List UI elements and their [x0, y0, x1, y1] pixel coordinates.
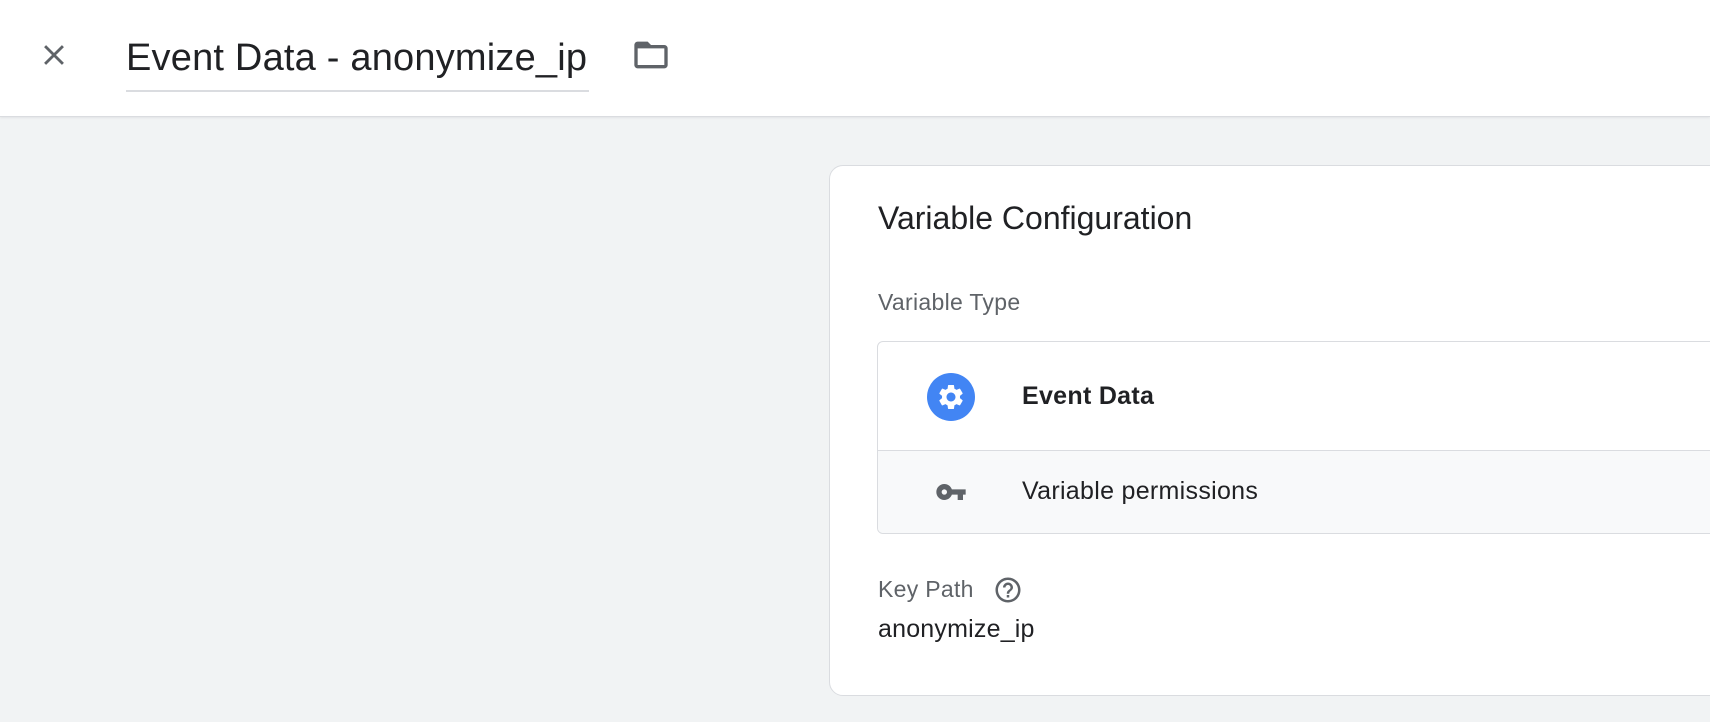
variable-permissions-label: Variable permissions: [1022, 477, 1259, 505]
variable-configuration-card: Variable Configuration Variable Type Eve…: [829, 165, 1710, 696]
variable-type-label: Variable Type: [878, 289, 1021, 315]
gear-icon: [927, 373, 975, 421]
help-icon: [995, 577, 1021, 603]
variable-type-box: Event Data Variable permissions: [877, 341, 1710, 534]
folder-button[interactable]: [622, 30, 680, 80]
key-icon: [935, 478, 967, 506]
card-title: Variable Configuration: [878, 200, 1193, 236]
variable-type-selector[interactable]: Event Data: [878, 342, 1710, 451]
folder-icon: [634, 41, 668, 69]
title-field[interactable]: Event Data - anonymize_ip: [126, 26, 590, 92]
close-button[interactable]: [30, 31, 78, 79]
variable-permissions-row[interactable]: Variable permissions: [878, 451, 1710, 533]
variable-type-name: Event Data: [1022, 382, 1155, 410]
key-path-label: Key Path: [878, 576, 974, 602]
editor-header: Event Data - anonymize_ip: [0, 0, 1710, 117]
key-path-value: anonymize_ip: [878, 615, 1035, 643]
key-path-help-button[interactable]: [993, 575, 1023, 605]
variable-name-input[interactable]: Event Data - anonymize_ip: [126, 37, 587, 80]
close-icon: [44, 45, 64, 65]
